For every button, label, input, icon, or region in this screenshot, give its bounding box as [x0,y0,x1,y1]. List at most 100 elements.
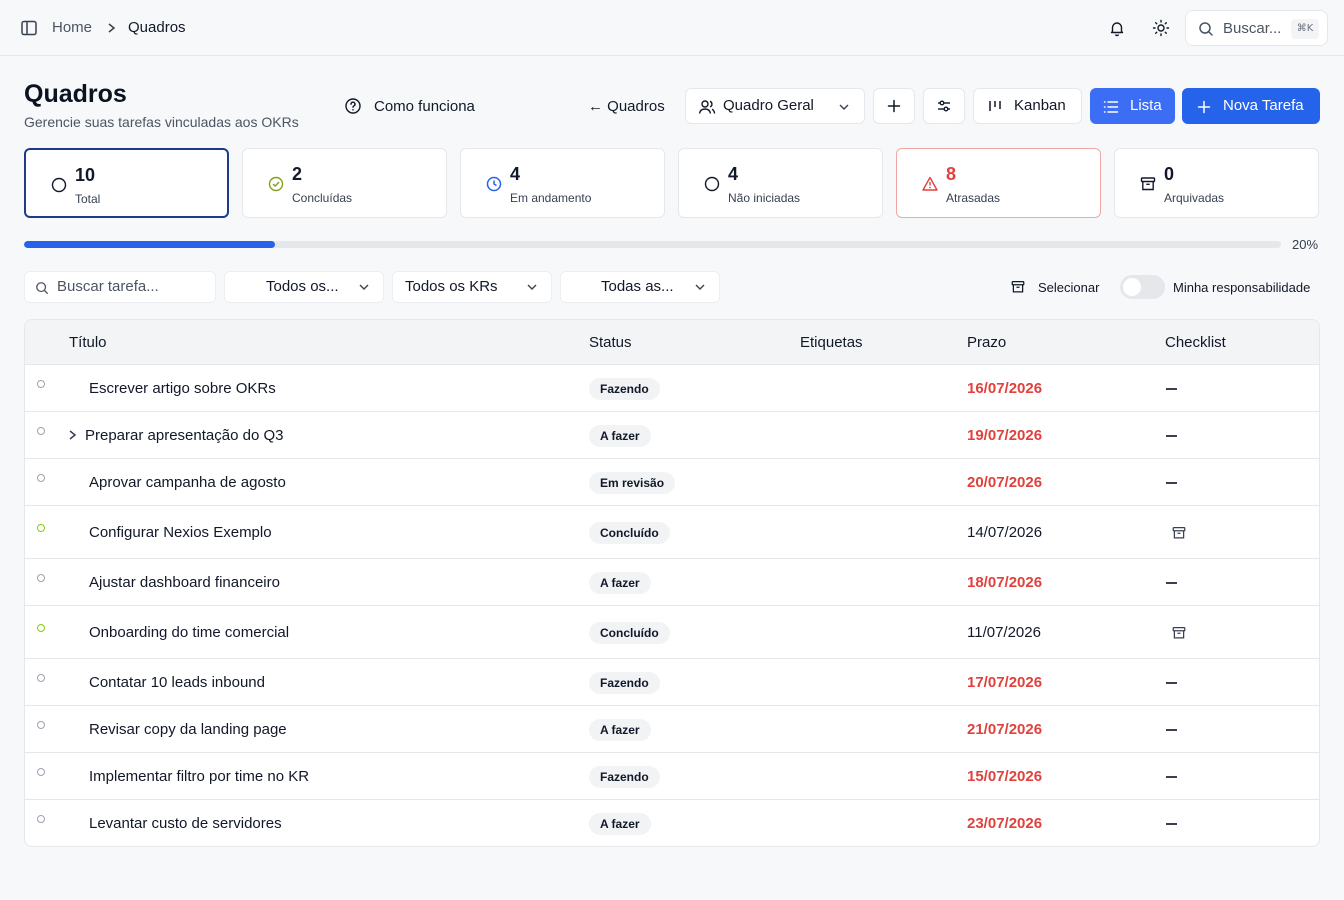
stat-label: Atrasadas [946,191,1001,205]
table-row[interactable]: Revisar copy da landing page A fazer 21/07… [25,706,1319,753]
column-tags[interactable]: Etiquetas [800,334,863,351]
stat-overdue[interactable]: 8 Atrasadas [896,148,1101,218]
table-row[interactable]: Configurar Nexios Exemplo Concluído 14/07/… [25,506,1319,559]
breadcrumb-home[interactable]: Home [52,18,92,38]
status-badge[interactable]: Concluído [589,522,670,544]
status-dot[interactable] [37,427,45,435]
chevron-right-icon[interactable] [67,428,79,442]
add-board-button[interactable] [873,88,915,124]
filter-select-3[interactable]: Todas as... [560,271,720,303]
stat-label: Em andamento [510,191,592,205]
archive-icon[interactable] [1171,625,1187,641]
task-title[interactable]: Onboarding do time comercial [89,624,289,641]
checklist-empty: — [1166,823,1177,825]
chevron-down-icon [695,284,705,290]
theme-toggle-button[interactable] [1149,16,1173,40]
column-status[interactable]: Status [589,334,632,351]
task-title[interactable]: Preparar apresentação do Q3 [85,427,283,444]
list-view-button[interactable]: Lista [1090,88,1175,124]
status-badge[interactable]: Em revisão [589,472,676,494]
kanban-icon [989,101,1001,111]
status-done-dot[interactable] [37,624,45,632]
top-bar: Home Quadros Buscar... ⌘K [0,0,1344,56]
select-tasks-button[interactable]: Selecionar [1010,276,1099,298]
kanban-view-button[interactable]: Kanban [973,88,1082,124]
task-title[interactable]: Aprovar campanha de agosto [89,474,286,491]
checklist-empty: — [1166,776,1177,778]
page-title: Quadros [24,80,127,108]
task-title[interactable]: Contatar 10 leads inbound [89,674,265,691]
board-settings-button[interactable] [923,88,965,124]
status-dot[interactable] [37,380,45,388]
column-title[interactable]: Título [69,334,107,351]
archive-icon[interactable] [1171,525,1187,541]
notifications-button[interactable] [1105,16,1129,40]
task-title[interactable]: Implementar filtro por time no KR [89,768,309,785]
filter-select-1[interactable]: Todos os... [224,271,384,303]
global-search[interactable]: Buscar... ⌘K [1185,10,1328,46]
column-due[interactable]: Prazo [967,334,1006,351]
table-row[interactable]: Ajustar dashboard financeiro A fazer 18/07… [25,559,1319,606]
stat-value: 2 [292,164,303,184]
due-date: 11/07/2026 [967,624,1041,641]
circle-icon [704,176,720,192]
sun-icon [1152,19,1170,37]
due-date: 17/07/2026 [967,674,1043,691]
back-to-boards-button[interactable]: ← Quadros [586,88,670,124]
table-row[interactable]: Contatar 10 leads inbound Fazendo 17/07/20… [25,659,1319,706]
stat-completed[interactable]: 2 Concluídas [242,148,447,218]
status-badge[interactable]: Concluído [589,622,670,644]
status-badge[interactable]: A fazer [589,813,651,835]
check-circle-icon [268,176,284,192]
new-task-label: Nova Tarefa [1223,97,1304,114]
table-row[interactable]: Escrever artigo sobre OKRs Fazendo 16/07/2… [25,365,1319,412]
table-row[interactable]: Aprovar campanha de agosto Em revisão 20/0… [25,459,1319,506]
checklist-empty: — [1166,482,1177,484]
stat-in-progress[interactable]: 4 Em andamento [460,148,665,218]
status-badge[interactable]: Fazendo [589,378,660,400]
tasks-table: Título Status Etiquetas Prazo Checklist … [24,319,1320,847]
progress-label: 20% [1292,237,1319,252]
status-dot[interactable] [37,768,45,776]
status-badge[interactable]: A fazer [589,425,651,447]
task-title[interactable]: Ajustar dashboard financeiro [89,574,280,591]
bell-icon [1110,22,1124,37]
filter-select-krs[interactable]: Todos os KRs [392,271,552,303]
status-badge[interactable]: Fazendo [589,766,660,788]
help-circle-icon [345,98,361,114]
task-title[interactable]: Revisar copy da landing page [89,721,287,738]
table-row[interactable]: Onboarding do time comercial Concluído 11/… [25,606,1319,659]
table-row[interactable]: Implementar filtro por time no KR Fazendo… [25,753,1319,800]
status-badge[interactable]: Fazendo [589,672,660,694]
sidebar-toggle-icon[interactable] [20,19,38,37]
status-dot[interactable] [37,721,45,729]
task-search-input[interactable]: Buscar tarefa... [24,271,216,303]
stat-not-started[interactable]: 4 Não iniciadas [678,148,883,218]
progress-fill [24,241,276,248]
board-select-label: Quadro Geral [723,97,814,114]
due-date: 15/07/2026 [967,768,1043,785]
task-title[interactable]: Configurar Nexios Exemplo [89,524,272,541]
status-dot[interactable] [37,474,45,482]
checklist-empty: — [1166,388,1177,390]
status-badge[interactable]: A fazer [589,719,651,741]
task-title[interactable]: Escrever artigo sobre OKRs [89,380,276,397]
my-responsibility-toggle[interactable] [1120,275,1165,299]
status-dot[interactable] [37,674,45,682]
stat-total[interactable]: 10 Total [24,148,229,218]
how-it-works-link[interactable]: Como funciona [344,96,475,116]
table-row[interactable]: Preparar apresentação do Q3 A fazer 19/07/… [25,412,1319,459]
stat-label: Arquivadas [1164,191,1225,205]
status-badge[interactable]: A fazer [589,572,651,594]
status-done-dot[interactable] [37,524,45,532]
board-select[interactable]: Quadro Geral [685,88,865,124]
table-row[interactable]: Levantar custo de servidores A fazer 23/07… [25,800,1319,846]
status-dot[interactable] [37,815,45,823]
new-task-button[interactable]: Nova Tarefa [1182,88,1320,124]
checklist-empty: — [1166,582,1177,584]
alert-triangle-icon [922,176,938,191]
column-checklist[interactable]: Checklist [1165,334,1226,351]
stat-archived[interactable]: 0 Arquivadas [1114,148,1319,218]
status-dot[interactable] [37,574,45,582]
task-title[interactable]: Levantar custo de servidores [89,815,282,832]
